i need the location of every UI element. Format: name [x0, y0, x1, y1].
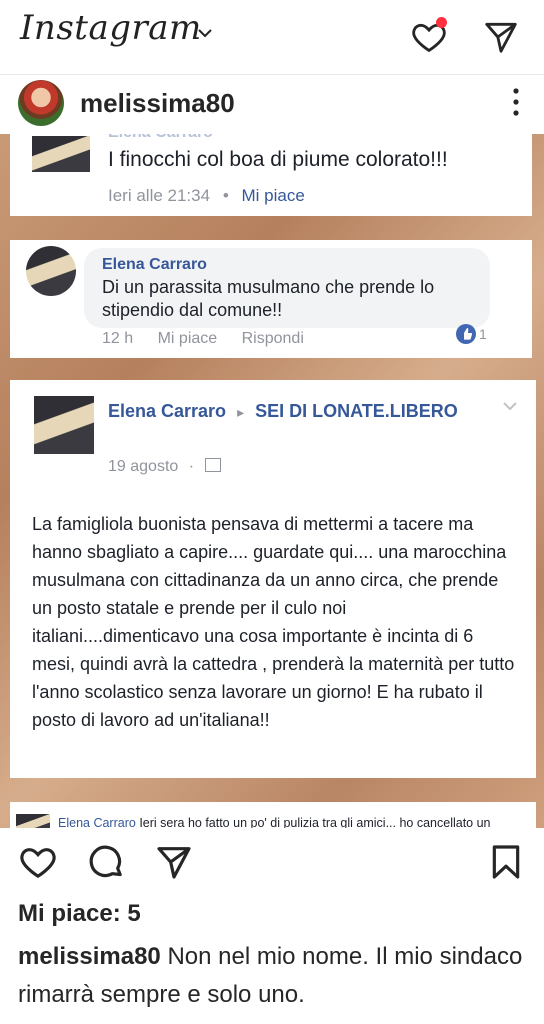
comment-reply-link: Rispondi: [241, 330, 304, 347]
commenter-photo: [32, 136, 90, 172]
header-divider: [0, 74, 544, 75]
comment-time: Ieri alle 21:34: [108, 186, 211, 205]
instagram-logo[interactable]: Instagram: [20, 8, 202, 48]
like-icon: [456, 324, 476, 344]
comment-bubble: Elena Carraro Di un parassita musulmano …: [84, 248, 490, 328]
post-action-bar: [0, 828, 544, 898]
post-snippet: Ieri sera ho fatto un po' di pulizia tra…: [139, 816, 491, 828]
poster-name: Elena Carraro: [58, 816, 136, 828]
group-name: SEI DI LONATE.LIBERO: [255, 401, 458, 421]
poster-photo: [34, 396, 94, 454]
commenter-name: Elena Carraro: [102, 256, 207, 273]
comment-like-link: Mi piace: [157, 330, 218, 347]
separator: ·: [188, 458, 195, 475]
commenter-name-partial: Elena Carraro: [108, 134, 213, 142]
top-bar: Instagram: [0, 0, 544, 72]
commenter-avatar: [26, 246, 76, 296]
likes-count[interactable]: Mi piace: 5: [18, 900, 141, 928]
comment-like-link: Mi piace: [241, 186, 305, 205]
post-date: 19 agosto: [108, 458, 179, 475]
more-icon[interactable]: [512, 86, 520, 118]
post-caption: melissima80 Non nel mio nome. Il mio sin…: [18, 938, 530, 1014]
arrow-icon: ▸: [237, 404, 245, 420]
notification-dot: [436, 17, 447, 28]
fb-post-card: Elena Carraro ▸ SEI DI LONATE.LIBERO 19 …: [10, 380, 536, 778]
caption-username[interactable]: melissima80: [18, 943, 161, 970]
chevron-down-icon[interactable]: [196, 24, 214, 42]
post-header: melissima80: [0, 76, 544, 132]
poster-photo: [16, 814, 50, 828]
post-username[interactable]: melissima80: [80, 88, 235, 119]
comment-time: 12 h: [102, 330, 134, 347]
fb-comment-card-1: Elena Carraro I finocchi col boa di pium…: [10, 134, 532, 216]
send-icon[interactable]: [154, 842, 194, 882]
activity-heart-icon[interactable]: [410, 17, 448, 56]
comment-icon[interactable]: [86, 842, 126, 882]
send-icon[interactable]: [482, 18, 520, 56]
post-body: La famigliola buonista pensava di metter…: [32, 514, 515, 730]
avatar[interactable]: [18, 80, 64, 126]
comment-text: Di un parassita musulmano che prende lo …: [102, 277, 435, 320]
reaction-count: 1: [479, 326, 487, 342]
comment-text: I finocchi col boa di piume colorato!!!: [108, 148, 448, 171]
fb-post-card-partial: Elena Carraro Ieri sera ho fatto un po' …: [10, 802, 536, 828]
heart-icon[interactable]: [18, 842, 58, 882]
fb-comment-card-2: Elena Carraro Di un parassita musulmano …: [10, 240, 532, 358]
chevron-down-icon: [503, 402, 517, 411]
poster-name: Elena Carraro: [108, 401, 227, 421]
bookmark-icon[interactable]: [486, 842, 526, 882]
audience-icon: [204, 458, 221, 472]
post-image[interactable]: Elena Carraro I finocchi col boa di pium…: [0, 134, 544, 828]
